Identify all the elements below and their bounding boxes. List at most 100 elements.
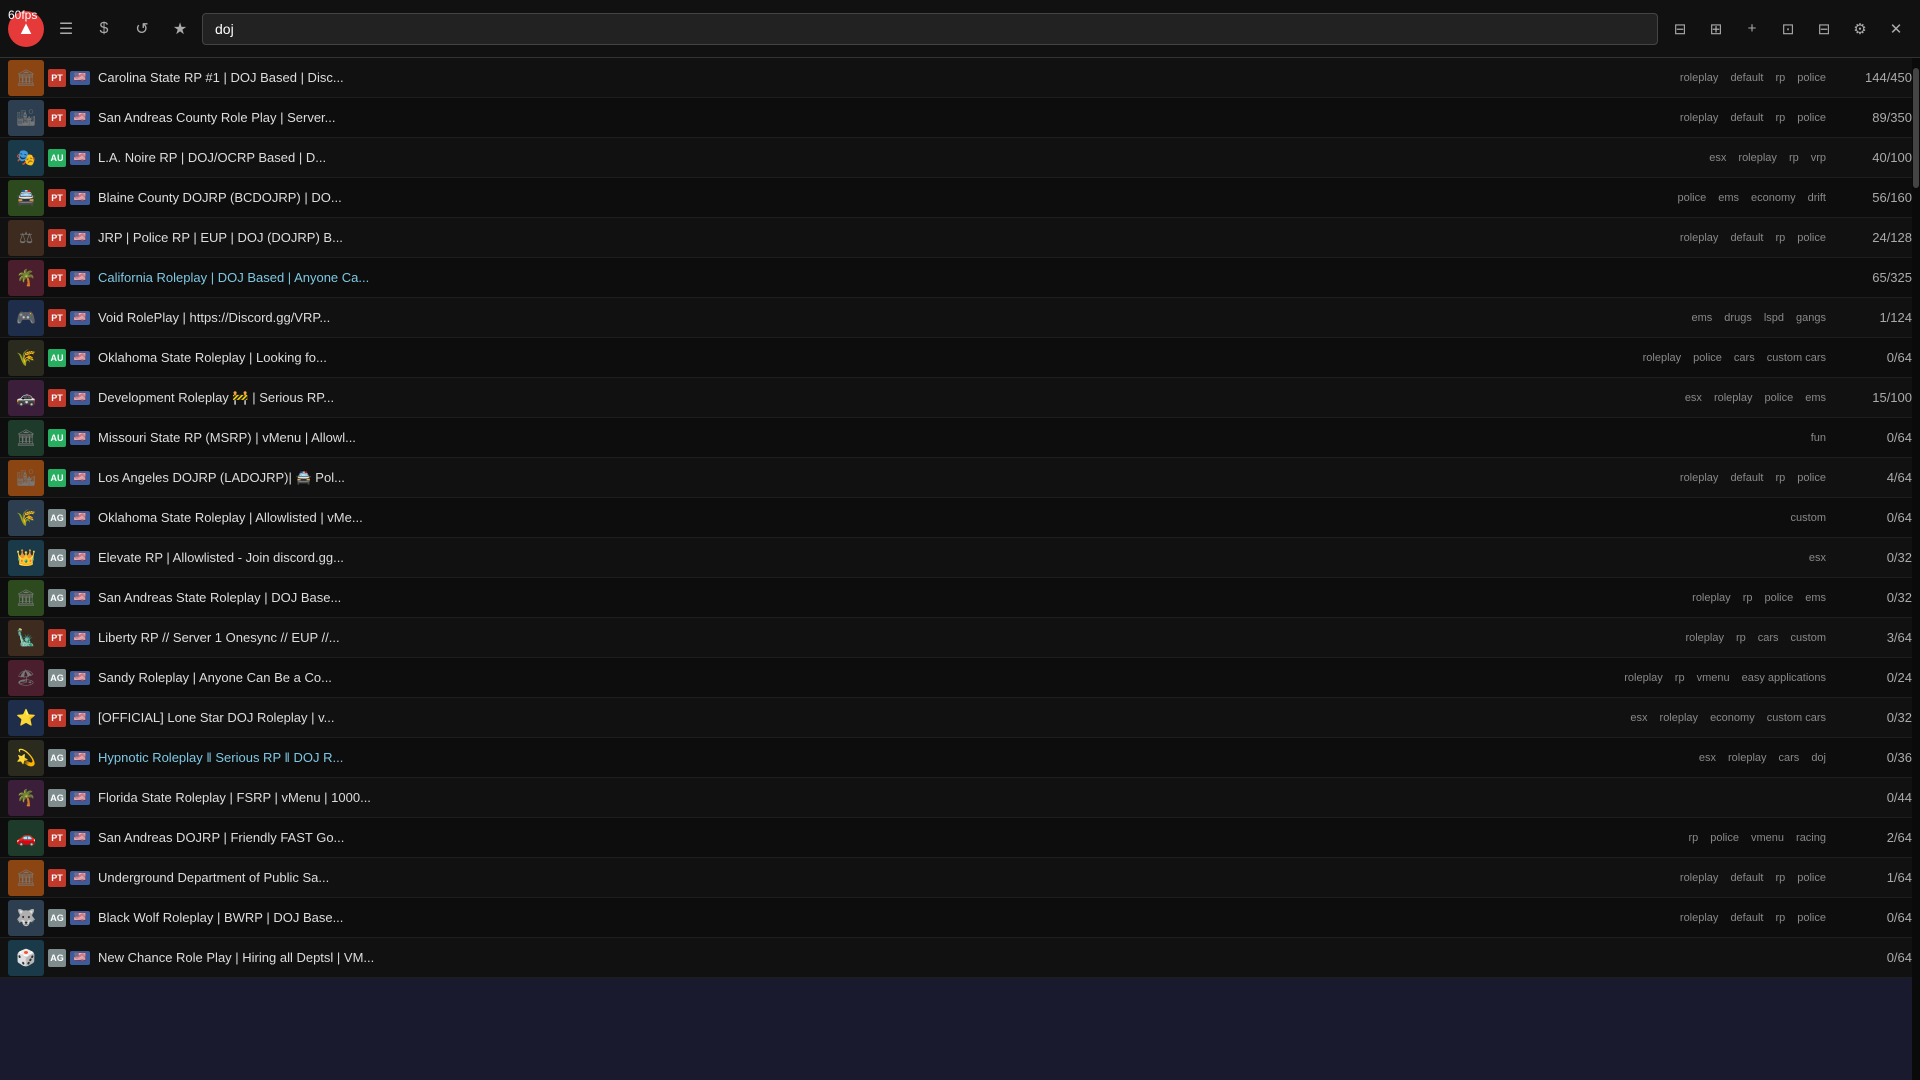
server-tag[interactable]: vrp xyxy=(1807,151,1830,165)
server-tag[interactable]: rp xyxy=(1671,671,1689,685)
server-tag[interactable]: esx xyxy=(1705,151,1730,165)
add-icon[interactable]: + xyxy=(1736,13,1768,45)
server-tag[interactable]: roleplay xyxy=(1676,471,1723,485)
history-icon[interactable]: ↺ xyxy=(126,13,158,45)
server-tag[interactable]: esx xyxy=(1695,751,1720,765)
settings-icon[interactable]: ⚙ xyxy=(1844,13,1876,45)
server-tag[interactable]: ems xyxy=(1801,391,1830,405)
table-row[interactable]: 🗽PT🇺🇸Liberty RP // Server 1 Onesync // E… xyxy=(0,618,1920,658)
server-tag[interactable]: default xyxy=(1726,911,1767,925)
scrollbar[interactable] xyxy=(1912,58,1920,1080)
server-tag[interactable]: rp xyxy=(1771,471,1789,485)
server-tag[interactable]: esx xyxy=(1626,711,1651,725)
server-tag[interactable]: vmenu xyxy=(1747,831,1788,845)
server-tag[interactable]: roleplay xyxy=(1688,591,1735,605)
table-row[interactable]: 🏛AG🇺🇸San Andreas State Roleplay | DOJ Ba… xyxy=(0,578,1920,618)
table-row[interactable]: 🏛PT🇺🇸Carolina State RP #1 | DOJ Based | … xyxy=(0,58,1920,98)
server-tag[interactable]: fun xyxy=(1807,431,1830,445)
server-tag[interactable]: police xyxy=(1793,231,1830,245)
server-tag[interactable]: easy applications xyxy=(1738,671,1830,685)
server-tag[interactable]: police xyxy=(1706,831,1743,845)
table-row[interactable]: ⭐PT🇺🇸[OFFICIAL] Lone Star DOJ Roleplay |… xyxy=(0,698,1920,738)
server-tag[interactable]: ems xyxy=(1688,311,1717,325)
server-tag[interactable]: police xyxy=(1793,911,1830,925)
server-tag[interactable]: esx xyxy=(1681,391,1706,405)
server-tag[interactable]: rp xyxy=(1771,911,1789,925)
server-tag[interactable]: roleplay xyxy=(1676,911,1723,925)
server-tag[interactable]: default xyxy=(1726,231,1767,245)
table-row[interactable]: 🏛AU🇺🇸Missouri State RP (MSRP) | vMenu | … xyxy=(0,418,1920,458)
table-row[interactable]: 👑AG🇺🇸Elevate RP | Allowlisted - Join dis… xyxy=(0,538,1920,578)
server-tag[interactable]: roleplay xyxy=(1620,671,1667,685)
server-tag[interactable]: police xyxy=(1760,391,1797,405)
menu-icon[interactable]: ☰ xyxy=(50,13,82,45)
server-tag[interactable]: police xyxy=(1793,71,1830,85)
table-row[interactable]: 💫AG🇺🇸Hypnotic Roleplay ‖ Serious RP ‖ DO… xyxy=(0,738,1920,778)
screen-icon[interactable]: ⊡ xyxy=(1772,13,1804,45)
server-tag[interactable]: roleplay xyxy=(1724,751,1771,765)
server-tag[interactable]: police xyxy=(1760,591,1797,605)
table-row[interactable]: 🚗PT🇺🇸San Andreas DOJRP | Friendly FAST G… xyxy=(0,818,1920,858)
table-row[interactable]: 🚔PT🇺🇸Blaine County DOJRP (BCDOJRP) | DO.… xyxy=(0,178,1920,218)
server-tag[interactable]: vmenu xyxy=(1693,671,1734,685)
money-icon[interactable]: $ xyxy=(88,13,120,45)
server-tag[interactable]: rp xyxy=(1684,831,1702,845)
server-tag[interactable]: gangs xyxy=(1792,311,1830,325)
server-tag[interactable]: roleplay xyxy=(1676,71,1723,85)
table-row[interactable]: ⚖PT🇺🇸JRP | Police RP | EUP | DOJ (DOJRP)… xyxy=(0,218,1920,258)
server-tag[interactable]: police xyxy=(1673,191,1710,205)
server-tag[interactable]: esx xyxy=(1805,551,1830,565)
search-input[interactable] xyxy=(202,13,1658,45)
server-tag[interactable]: economy xyxy=(1747,191,1800,205)
table-row[interactable]: 🏙PT🇺🇸San Andreas County Role Play | Serv… xyxy=(0,98,1920,138)
server-tag[interactable]: cars xyxy=(1730,351,1759,365)
server-tag[interactable]: drugs xyxy=(1720,311,1756,325)
server-tag[interactable]: police xyxy=(1793,471,1830,485)
server-tag[interactable]: roleplay xyxy=(1676,111,1723,125)
server-tag[interactable]: roleplay xyxy=(1676,231,1723,245)
server-tag[interactable]: default xyxy=(1726,111,1767,125)
sort-icon[interactable]: ⊞ xyxy=(1700,13,1732,45)
server-tag[interactable]: custom xyxy=(1787,511,1830,525)
favorites-icon[interactable]: ★ xyxy=(164,13,196,45)
server-tag[interactable]: economy xyxy=(1706,711,1759,725)
table-row[interactable]: 🌴PT🇺🇸California Roleplay | DOJ Based | A… xyxy=(0,258,1920,298)
server-tag[interactable]: rp xyxy=(1785,151,1803,165)
server-tag[interactable]: rp xyxy=(1771,871,1789,885)
server-tag[interactable]: rp xyxy=(1739,591,1757,605)
table-row[interactable]: 🏛PT🇺🇸Underground Department of Public Sa… xyxy=(0,858,1920,898)
server-tag[interactable]: rp xyxy=(1771,231,1789,245)
server-tag[interactable]: doj xyxy=(1807,751,1830,765)
server-tag[interactable]: roleplay xyxy=(1656,711,1703,725)
server-tag[interactable]: drift xyxy=(1804,191,1830,205)
server-tag[interactable]: roleplay xyxy=(1639,351,1686,365)
server-tag[interactable]: police xyxy=(1793,111,1830,125)
server-tag[interactable]: police xyxy=(1689,351,1726,365)
server-tag[interactable]: rp xyxy=(1771,111,1789,125)
server-tag[interactable]: roleplay xyxy=(1676,871,1723,885)
table-row[interactable]: 🎭AU🇺🇸L.A. Noire RP | DOJ/OCRP Based | D.… xyxy=(0,138,1920,178)
table-row[interactable]: 🏖AG🇺🇸Sandy Roleplay | Anyone Can Be a Co… xyxy=(0,658,1920,698)
server-tag[interactable]: roleplay xyxy=(1734,151,1781,165)
server-tag[interactable]: default xyxy=(1726,871,1767,885)
server-tag[interactable]: custom cars xyxy=(1763,711,1830,725)
server-tag[interactable]: default xyxy=(1726,471,1767,485)
server-tag[interactable]: rp xyxy=(1732,631,1750,645)
scrollbar-thumb[interactable] xyxy=(1913,68,1919,188)
server-tag[interactable]: ems xyxy=(1714,191,1743,205)
table-row[interactable]: 🏙AU🇺🇸Los Angeles DOJRP (LADOJRP)| 🚔 Pol.… xyxy=(0,458,1920,498)
monitor-icon[interactable]: ⊟ xyxy=(1808,13,1840,45)
table-row[interactable]: 🌴AG🇺🇸Florida State Roleplay | FSRP | vMe… xyxy=(0,778,1920,818)
server-tag[interactable]: cars xyxy=(1775,751,1804,765)
server-tag[interactable]: ems xyxy=(1801,591,1830,605)
server-tag[interactable]: custom cars xyxy=(1763,351,1830,365)
table-row[interactable]: 🌾AG🇺🇸Oklahoma State Roleplay | Allowlist… xyxy=(0,498,1920,538)
server-tag[interactable]: cars xyxy=(1754,631,1783,645)
table-row[interactable]: 🎮PT🇺🇸Void RolePlay | https://Discord.gg/… xyxy=(0,298,1920,338)
server-tag[interactable]: default xyxy=(1726,71,1767,85)
server-tag[interactable]: rp xyxy=(1771,71,1789,85)
table-row[interactable]: 🎲AG🇺🇸New Chance Role Play | Hiring all D… xyxy=(0,938,1920,978)
server-tag[interactable]: roleplay xyxy=(1710,391,1757,405)
table-row[interactable]: 🐺AG🇺🇸Black Wolf Roleplay | BWRP | DOJ Ba… xyxy=(0,898,1920,938)
server-tag[interactable]: roleplay xyxy=(1681,631,1728,645)
